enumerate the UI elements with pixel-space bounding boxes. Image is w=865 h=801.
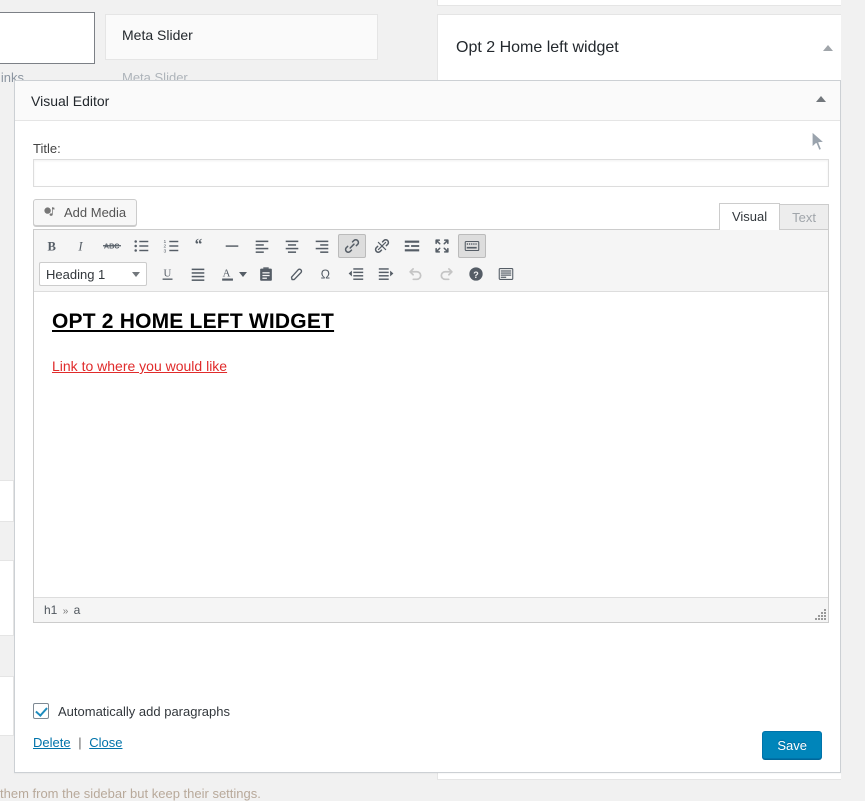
- svg-text:U: U: [164, 268, 172, 280]
- svg-text:Ω: Ω: [321, 268, 330, 282]
- element-path-a[interactable]: a: [74, 603, 81, 617]
- dialog-title: Visual Editor: [31, 93, 110, 109]
- editor-heading[interactable]: Opt 2 Home left widget: [52, 310, 810, 334]
- tab-text[interactable]: Text: [779, 204, 829, 230]
- background-widget-label: Meta Slider: [122, 27, 193, 43]
- text-color-chevron-down-icon[interactable]: [239, 271, 247, 277]
- read-more-icon[interactable]: [398, 234, 426, 258]
- background-gutter: [841, 0, 851, 797]
- underline-icon[interactable]: U: [154, 262, 182, 286]
- tinymce-editor: B I ABC 1 2 3 “ Heading 1 U A Ω ? OPT 2 …: [33, 229, 829, 623]
- chevron-up-icon[interactable]: [823, 45, 833, 51]
- italic-icon[interactable]: I: [68, 234, 96, 258]
- chevron-up-icon[interactable]: [816, 96, 826, 102]
- tab-visual[interactable]: Visual: [718, 203, 781, 230]
- align-left-icon[interactable]: [248, 234, 276, 258]
- strikethrough-icon[interactable]: ABC: [98, 234, 126, 258]
- background-left-panel-2: [0, 560, 14, 636]
- bold-icon[interactable]: B: [38, 234, 66, 258]
- svg-text:?: ?: [473, 270, 479, 280]
- kitchen-sink-icon[interactable]: [492, 262, 520, 286]
- bullet-list-icon[interactable]: [128, 234, 156, 258]
- background-widget-open: [0, 12, 95, 64]
- toolbar-toggle-icon[interactable]: [458, 234, 486, 258]
- outdent-icon[interactable]: [342, 262, 370, 286]
- footer-separator: |: [78, 735, 82, 750]
- format-select-value: Heading 1: [46, 266, 106, 282]
- add-media-button[interactable]: Add Media: [33, 199, 138, 226]
- svg-text:B: B: [48, 240, 57, 254]
- element-path-h1[interactable]: h1: [44, 603, 57, 617]
- background-left-panel-3: [0, 676, 14, 736]
- wpautop-row: Automatically add paragraphs: [33, 703, 230, 719]
- wpautop-label[interactable]: Automatically add paragraphs: [58, 704, 230, 719]
- align-right-icon[interactable]: [308, 234, 336, 258]
- editor-status-bar: h1 » a: [34, 597, 828, 622]
- svg-text:“: “: [195, 237, 203, 254]
- add-media-label: Add Media: [64, 205, 127, 220]
- align-justify-icon[interactable]: [184, 262, 212, 286]
- close-link[interactable]: Close: [89, 735, 122, 750]
- wpautop-checkbox[interactable]: [33, 703, 49, 719]
- text-color-icon[interactable]: A: [214, 262, 242, 286]
- background-widget-meta-slider-1[interactable]: Meta Slider: [105, 14, 378, 60]
- background-panel-top-strip: [437, 0, 850, 6]
- blockquote-icon[interactable]: “: [188, 234, 216, 258]
- help-icon[interactable]: ?: [462, 262, 490, 286]
- editor-content-link[interactable]: Link to where you would like: [52, 358, 227, 374]
- unlink-icon[interactable]: [368, 234, 396, 258]
- editor-content-area[interactable]: Opt 2 Home left widget Link to where you…: [34, 292, 828, 597]
- horizontal-rule-icon[interactable]: [218, 234, 246, 258]
- clear-formatting-icon[interactable]: [282, 262, 310, 286]
- editor-mode-tabs: Visual Text: [718, 203, 829, 230]
- background-right-margin: [851, 0, 865, 797]
- link-icon[interactable]: [338, 234, 366, 258]
- fullscreen-icon[interactable]: [428, 234, 456, 258]
- editor-toolbar-row-2: Heading 1 U A Ω ?: [37, 260, 825, 288]
- indent-icon[interactable]: [372, 262, 400, 286]
- format-select[interactable]: Heading 1: [39, 262, 147, 286]
- editor-toolbar: B I ABC 1 2 3 “ Heading 1 U A Ω ?: [34, 230, 828, 292]
- title-field-label: Title:: [33, 141, 61, 156]
- background-bottom-text: them from the sidebar but keep their set…: [0, 786, 261, 801]
- align-center-icon[interactable]: [278, 234, 306, 258]
- delete-link[interactable]: Delete: [33, 735, 71, 750]
- visual-editor-widget-dialog: Visual Editor Title: Add Media Visual Te…: [14, 80, 841, 773]
- special-character-icon[interactable]: Ω: [312, 262, 340, 286]
- redo-icon[interactable]: [432, 262, 460, 286]
- background-left-panel-1: [0, 480, 14, 522]
- element-path-separator: »: [62, 606, 69, 617]
- widget-footer-links: Delete | Close: [33, 735, 122, 750]
- editor-toolbar-row-1: B I ABC 1 2 3 “: [37, 232, 825, 260]
- undo-icon[interactable]: [402, 262, 430, 286]
- background-right-panel: Opt 2 Home left widget: [437, 14, 850, 86]
- svg-text:3: 3: [163, 248, 166, 254]
- title-input[interactable]: [33, 159, 829, 187]
- paste-as-text-icon[interactable]: [252, 262, 280, 286]
- editor-resize-handle[interactable]: [812, 606, 826, 620]
- dialog-header: Visual Editor: [15, 81, 840, 121]
- media-icon: [42, 205, 58, 221]
- chevron-down-icon: [132, 271, 140, 277]
- svg-text:I: I: [77, 240, 83, 254]
- background-right-panel-title: Opt 2 Home left widget: [456, 39, 619, 56]
- svg-text:A: A: [223, 268, 231, 280]
- save-button[interactable]: Save: [762, 731, 822, 759]
- editor-paragraph[interactable]: Link to where you would like: [52, 358, 810, 374]
- numbered-list-icon[interactable]: 1 2 3: [158, 234, 186, 258]
